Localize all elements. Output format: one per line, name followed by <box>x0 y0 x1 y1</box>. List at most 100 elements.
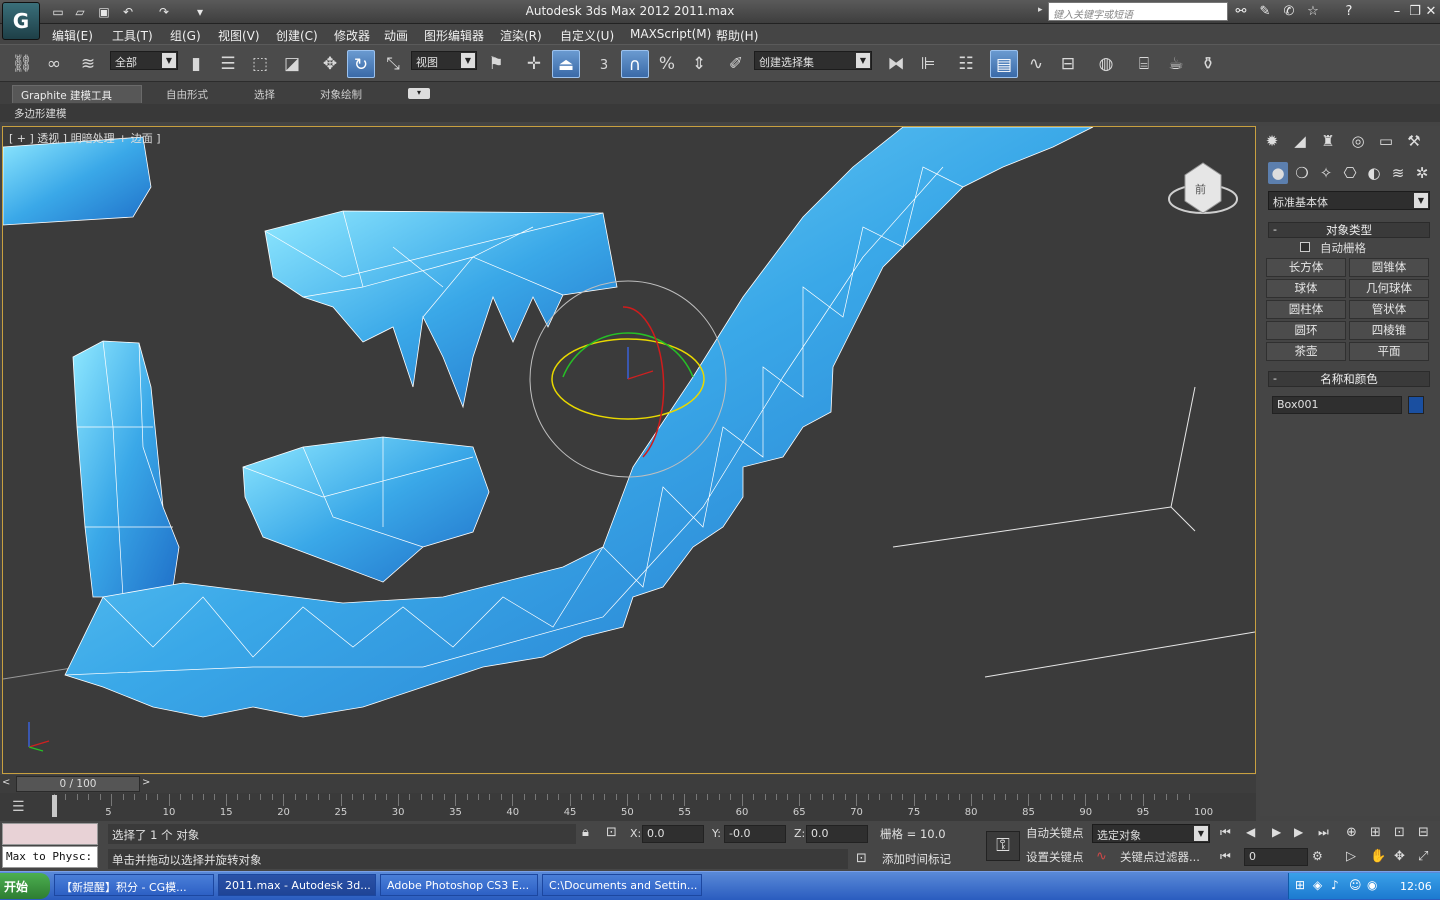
object-name-input[interactable]: Box001 <box>1272 396 1402 414</box>
tab-selection[interactable]: 选择 <box>246 85 283 103</box>
mirror-icon[interactable]: ⧓ <box>882 50 910 78</box>
selection-filter-dropdown[interactable]: 全部 ▼ <box>110 51 178 70</box>
keyboard-shortcut-override-icon[interactable]: ⏏ <box>552 50 580 78</box>
perspective-viewport[interactable]: [ + ] 透视 ] 明暗处理 + 边面 ] 前 <box>2 126 1256 774</box>
save-icon[interactable]: ▣ <box>96 4 112 20</box>
pivot-center-icon[interactable]: ⚑ <box>482 50 510 78</box>
hierarchy-tab-icon[interactable]: ♜ <box>1318 130 1338 152</box>
menu-help[interactable]: 帮助(H) <box>716 27 758 44</box>
menu-animation[interactable]: 动画 <box>384 27 408 44</box>
spinner-snap-icon[interactable]: ⇕ <box>685 50 713 78</box>
percent-snap-icon[interactable]: % <box>653 50 681 78</box>
minimize-icon[interactable]: – <box>1388 3 1406 21</box>
favorites-star-icon[interactable]: ☆ <box>1304 3 1322 21</box>
menu-modifiers[interactable]: 修改器 <box>334 27 370 44</box>
binoculars-icon[interactable]: ⚯ <box>1232 3 1250 21</box>
plane-button[interactable]: 平面 <box>1349 342 1429 361</box>
bind-spacewarp-icon[interactable]: ≋ <box>74 50 102 78</box>
menu-customize[interactable]: 自定义(U) <box>560 27 614 44</box>
spacewarps-category-icon[interactable]: ≋ <box>1388 162 1408 184</box>
cone-button[interactable]: 圆锥体 <box>1349 258 1429 277</box>
unlink-icon[interactable]: ∞ <box>40 50 68 78</box>
layer-manager-icon[interactable]: ☷ <box>952 50 980 78</box>
tray-volume-icon[interactable]: ♪ <box>1331 878 1339 892</box>
set-key-icon[interactable]: ⚿ <box>986 831 1020 861</box>
next-frame-icon[interactable]: ▶ <box>1294 825 1303 839</box>
helpers-category-icon[interactable]: ◐ <box>1364 162 1384 184</box>
angle-snap-icon[interactable]: ∩ <box>621 50 649 78</box>
cylinder-button[interactable]: 圆柱体 <box>1266 300 1346 319</box>
tray-network-icon[interactable]: ⊞ <box>1295 878 1305 892</box>
move-icon[interactable]: ✥ <box>316 50 344 78</box>
auto-key-button[interactable]: 自动关键点 <box>1026 825 1084 841</box>
taskbar-item-photoshop[interactable]: Adobe Photoshop CS3 E... <box>380 874 538 896</box>
communication-center-icon[interactable]: ✆ <box>1280 3 1298 21</box>
redo-icon[interactable]: ↷ <box>156 4 172 20</box>
search-input[interactable]: 键入关键字或短语 <box>1048 2 1228 21</box>
scale-icon[interactable]: ⤡ <box>379 50 407 78</box>
geometry-type-dropdown[interactable]: 标准基本体 ▼ <box>1268 191 1430 210</box>
polygon-modeling-panel[interactable]: 多边形建模 <box>14 106 67 121</box>
tools-icon[interactable]: ✎ <box>1256 3 1274 21</box>
curve-editor-icon[interactable]: ∿ <box>1022 50 1050 78</box>
menu-create[interactable]: 创建(C) <box>276 27 318 44</box>
help-icon[interactable]: ? <box>1340 3 1358 21</box>
select-object-icon[interactable]: ▮ <box>182 50 210 78</box>
systems-category-icon[interactable]: ✲ <box>1412 162 1432 184</box>
zoom-extents-icon[interactable]: ⊡ <box>1394 825 1405 840</box>
graphite-ribbon-toggle-icon[interactable]: ▤ <box>990 50 1018 78</box>
edit-named-selection-icon[interactable]: ✐ <box>722 50 750 78</box>
torus-button[interactable]: 圆环 <box>1266 321 1346 340</box>
render-production-icon[interactable]: ⚱ <box>1194 50 1222 78</box>
undo-icon[interactable]: ↶ <box>120 4 136 20</box>
name-color-rollout[interactable]: - 名称和颜色 <box>1268 371 1430 387</box>
zoom-extents-all-icon[interactable]: ⊟ <box>1418 825 1429 840</box>
viewport-label[interactable]: [ + ] 透视 ] 明暗处理 + 边面 ] <box>9 130 161 146</box>
tab-graphite-modeling[interactable]: Graphite 建模工具 <box>12 85 142 103</box>
ribbon-options-icon[interactable]: ▾ <box>408 88 430 99</box>
goto-start-icon[interactable]: ⏮ <box>1220 825 1231 840</box>
orbit-icon[interactable]: ✥ <box>1394 849 1405 864</box>
tray-chat-icon[interactable]: ☺ <box>1349 878 1362 892</box>
maximize-viewport-icon[interactable]: ⤢ <box>1418 849 1428 864</box>
named-selection-set-dropdown[interactable]: 创建选择集 ▼ <box>754 51 872 70</box>
lock-selection-icon[interactable]: 🔒︎ <box>582 825 589 840</box>
zoom-icon[interactable]: ⊕ <box>1346 825 1357 840</box>
motion-tab-icon[interactable]: ◎ <box>1348 130 1368 152</box>
menu-tools[interactable]: 工具(T) <box>112 27 153 44</box>
taskbar-item-3dsmax[interactable]: 2011.max - Autodesk 3d... <box>218 874 376 896</box>
goto-end-icon[interactable]: ⏭ <box>1318 825 1329 840</box>
align-icon[interactable]: ⊫ <box>914 50 942 78</box>
reference-coordinate-dropdown[interactable]: 视图 ▼ <box>411 51 477 70</box>
geosphere-button[interactable]: 几何球体 <box>1349 279 1429 298</box>
key-mode-dropdown[interactable]: 选定对象 ▼ <box>1092 824 1210 843</box>
new-file-icon[interactable]: ▭ <box>50 4 66 20</box>
menu-graph-editors[interactable]: 图形编辑器 <box>424 27 484 44</box>
material-editor-icon[interactable]: ◍ <box>1092 50 1120 78</box>
ice-fragment-mesh[interactable] <box>3 136 152 226</box>
rotate-icon[interactable]: ↻ <box>347 50 375 78</box>
menu-group[interactable]: 组(G) <box>170 27 201 44</box>
rectangular-selection-icon[interactable]: ⬚ <box>246 50 274 78</box>
scene-canvas[interactable] <box>3 127 1256 774</box>
tab-object-paint[interactable]: 对象绘制 <box>312 85 370 103</box>
lights-category-icon[interactable]: ✧ <box>1316 162 1336 184</box>
previous-frame-icon[interactable]: ◀ <box>1246 825 1255 839</box>
key-filter-curve-icon[interactable]: ∿ <box>1096 849 1107 864</box>
field-of-view-icon[interactable]: ▷ <box>1346 849 1356 864</box>
key-mode-toggle-icon[interactable]: ⏮ <box>1220 849 1231 864</box>
absolute-mode-icon[interactable]: ⊡ <box>606 825 617 840</box>
menu-maxscript[interactable]: MAXScript(M) <box>630 27 711 41</box>
taskbar-item-explorer[interactable]: C:\Documents and Settin... <box>542 874 702 896</box>
y-coordinate-input[interactable]: -0.0 <box>724 825 786 843</box>
window-crossing-icon[interactable]: ◪ <box>278 50 306 78</box>
quick-access-dropdown-icon[interactable]: ▾ <box>192 4 208 20</box>
menu-views[interactable]: 视图(V) <box>218 27 260 44</box>
shapes-category-icon[interactable]: ❍ <box>1292 162 1312 184</box>
object-color-swatch[interactable] <box>1408 396 1424 414</box>
cameras-category-icon[interactable]: ⎔ <box>1340 162 1360 184</box>
autogrid-checkbox[interactable] <box>1300 242 1310 252</box>
trackbar[interactable]: ☰ 5 10 15 20 25 30 35 40 45 50 55 60 65 70 75 80 85 90 95 1… <box>0 793 1256 821</box>
open-file-icon[interactable]: ▱ <box>72 4 88 20</box>
tab-freeform[interactable]: 自由形式 <box>158 85 216 103</box>
